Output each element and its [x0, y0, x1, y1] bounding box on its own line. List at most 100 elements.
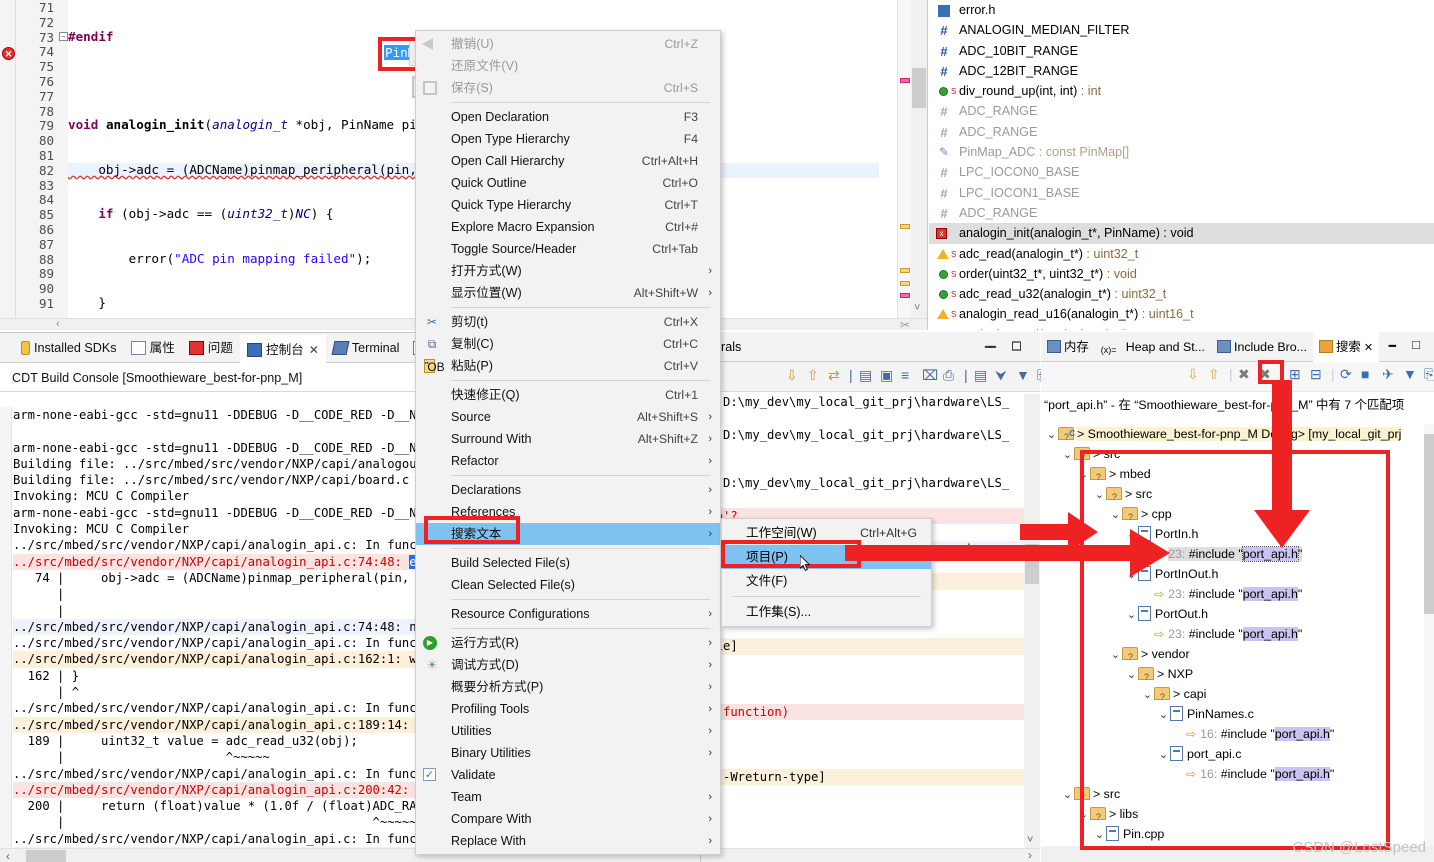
- chevron-down-icon[interactable]: ⌄: [1077, 805, 1090, 825]
- search-match-row[interactable]: ⇨ 16: #include "port_api.h": [1041, 764, 1424, 784]
- menu-item-surround-with[interactable]: Surround With Alt+Shift+Z ›: [416, 428, 720, 450]
- search-tab-Include Bro...[interactable]: Include Bro...: [1211, 332, 1313, 362]
- search-match-row[interactable]: ⇨ 23: #include "port_api.h": [1041, 584, 1424, 604]
- overview-warning-mark[interactable]: [900, 224, 910, 229]
- editor-annotation-ruler[interactable]: ✕: [0, 0, 16, 318]
- outline-item[interactable]: x analogin_init(analogin_t*, PinName) : v…: [929, 223, 1434, 244]
- menu-item-toggle-source-header[interactable]: Toggle Source/Header Ctrl+Tab: [416, 238, 720, 260]
- chevron-down-icon[interactable]: ⌄: [1061, 785, 1074, 805]
- search-tree-row[interactable]: ⌄ > src: [1041, 784, 1424, 807]
- search-tree-row[interactable]: ⌄ port_api.c: [1041, 744, 1424, 764]
- search-vertical-scrollbar[interactable]: [1424, 424, 1434, 846]
- search-tree-row[interactable]: ⌄ > src: [1041, 484, 1424, 507]
- menu-item-u[interactable]: 撤销(U) Ctrl+Z: [416, 33, 720, 55]
- scrollbar-thumb[interactable]: [1025, 544, 1039, 584]
- console-tab-属性[interactable]: 属性: [124, 333, 182, 363]
- peripherals-toolbar[interactable]: ⇩⇧⇄|▤▣≡⌧⎙|▤⮟▼⎘▼: [701, 362, 1072, 392]
- menu-item-quick-outline[interactable]: Quick Outline Ctrl+O: [416, 172, 720, 194]
- remove-console-icon[interactable]: ≡: [901, 367, 909, 383]
- search-tree-row[interactable]: ⌄ > NXP: [1041, 664, 1424, 687]
- console-tab-问题[interactable]: 问题: [182, 333, 240, 363]
- console-minimize-icon[interactable]: ━: [985, 340, 992, 354]
- chevron-down-icon[interactable]: ⌄: [1077, 465, 1090, 485]
- search-tree-row[interactable]: ⌄ PortIn.h: [1041, 524, 1424, 544]
- expand-all-icon[interactable]: ✖: [1259, 366, 1271, 383]
- chevron-down-icon[interactable]: ⌄: [1141, 685, 1154, 705]
- search-tree-row[interactable]: ⌄ PortInOut.h: [1041, 564, 1424, 584]
- menu-item-clean-selected-file-s[interactable]: Clean Selected File(s): [416, 574, 720, 596]
- scroll-left-icon[interactable]: ‹: [6, 849, 10, 862]
- menu-item-validate[interactable]: ✓ Validate: [416, 764, 720, 786]
- open-console-dropdown-icon[interactable]: ▤: [974, 367, 987, 384]
- menu-item-utilities[interactable]: Utilities ›: [416, 720, 720, 742]
- chevron-down-icon[interactable]: ⌄: [1093, 485, 1106, 505]
- search-toolbar[interactable]: ⇩⇧|✖✖|⊞⊟|⟳■✈▼⎘❖: [1041, 362, 1434, 392]
- outline-view[interactable]: error.h # ANALOGIN_MEDIAN_FILTER # ADC_10BIT…: [929, 0, 1434, 330]
- menu-item-references[interactable]: References ›: [416, 501, 720, 523]
- editor-vertical-scrollbar[interactable]: ˅: [911, 0, 927, 318]
- outline-item[interactable]: Sdiv_round_up(int, int) : int: [929, 81, 1434, 101]
- chevron-down-icon[interactable]: ⌄: [1061, 445, 1074, 465]
- search-tree-row[interactable]: ⌄ > src: [1041, 444, 1424, 467]
- show-next-match-icon[interactable]: ⇩: [1187, 366, 1199, 383]
- minimize-icon[interactable]: ━: [1389, 339, 1396, 353]
- error-marker-icon[interactable]: ✕: [2, 47, 15, 60]
- outline-item[interactable]: analogin_read(analogin_t*) : float: [929, 325, 1434, 330]
- menu-item-explore-macro-expansion[interactable]: Explore Macro Expansion Ctrl+#: [416, 216, 720, 238]
- peripherals-horizontal-scrollbar[interactable]: ›: [701, 848, 1040, 862]
- menu-item-team[interactable]: Team ›: [416, 786, 720, 808]
- search-tree-row[interactable]: ⌄ > cpp: [1041, 504, 1424, 527]
- search-tree-row[interactable]: ⌄ > capi: [1041, 684, 1424, 707]
- search-result-tree[interactable]: ⌄> Smoothieware_best-for-pnp_M Debug> [m…: [1041, 424, 1424, 846]
- menu-item-v[interactable]: 还原文件(V): [416, 55, 720, 77]
- peripherals-output[interactable]: -I"D:\my_dev\my_local_git_prj\hardware\L…: [701, 394, 1040, 862]
- scroll-left-icon[interactable]: ‹: [56, 318, 60, 330]
- maximize-icon[interactable]: □: [1412, 337, 1420, 352]
- submenu-item-f[interactable]: 文件(F): [722, 569, 931, 593]
- outline-item[interactable]: Sanalogin_read_u16(analogin_t*) : uint16…: [929, 304, 1434, 324]
- outline-item[interactable]: error.h: [929, 0, 1434, 20]
- search-tab-搜索[interactable]: 搜索 ✕: [1313, 332, 1380, 362]
- console-tab-Terminal[interactable]: Terminal: [326, 333, 407, 363]
- overview-warning-mark[interactable]: [900, 268, 910, 273]
- new-search-view-icon[interactable]: ■: [1361, 366, 1369, 382]
- remove-all-matches-icon[interactable]: ✖: [1238, 366, 1250, 383]
- menu-item-open-declaration[interactable]: Open Declaration F3: [416, 106, 720, 128]
- peripherals-vertical-scrollbar[interactable]: ˅: [1024, 394, 1040, 848]
- new-search-view-icon[interactable]: ▼: [1403, 366, 1417, 382]
- chevron-down-icon[interactable]: ⌄: [1093, 825, 1106, 845]
- menu-item-profiling-tools[interactable]: Profiling Tools ›: [416, 698, 720, 720]
- scrollbar-thumb[interactable]: [912, 68, 926, 108]
- outline-item[interactable]: # ADC_RANGE: [929, 203, 1434, 223]
- scrollbar-thumb[interactable]: [1424, 434, 1434, 614]
- outline-item[interactable]: # LPC_IOCON1_BASE: [929, 183, 1434, 203]
- scroll-lock-down-icon[interactable]: ⇩: [786, 367, 798, 384]
- overview-warning-mark[interactable]: [900, 281, 910, 286]
- menu-item-s[interactable]: 保存(S) Ctrl+S: [416, 77, 720, 99]
- search-tab-内存[interactable]: 内存: [1041, 332, 1095, 362]
- close-icon[interactable]: ✕: [1361, 342, 1373, 354]
- chevron-down-icon[interactable]: ⌄: [1125, 605, 1138, 625]
- chevron-down-icon[interactable]: ⌄: [1125, 565, 1138, 585]
- run-current-search-again-icon[interactable]: ⊞: [1289, 366, 1301, 383]
- chevron-down-icon[interactable]: ⌄: [1125, 525, 1138, 545]
- scrollbar-thumb[interactable]: [26, 850, 66, 862]
- scroll-lock-up-icon[interactable]: ▼: [1016, 367, 1030, 383]
- menu-item-w[interactable]: 显示位置(W) Alt+Shift+W ›: [416, 282, 720, 304]
- menu-item-w[interactable]: 打开方式(W) ›: [416, 260, 720, 282]
- editor-overview-ruler[interactable]: [897, 0, 911, 318]
- search-match-row[interactable]: ⇨ 23: #include "port_api.h": [1041, 544, 1424, 564]
- chevron-down-icon[interactable]: ⌄: [1125, 665, 1138, 685]
- search-tree-row[interactable]: ⌄ PinNames.c: [1041, 704, 1424, 724]
- menu-item-open-call-hierarchy[interactable]: Open Call Hierarchy Ctrl+Alt+H: [416, 150, 720, 172]
- menu-item-refactor[interactable]: Refactor ›: [416, 450, 720, 472]
- new-console-icon[interactable]: ⎙: [943, 367, 954, 384]
- search-tree-row[interactable]: ⌄ > libs: [1041, 804, 1424, 827]
- show-previous-match-icon[interactable]: ⇧: [1208, 366, 1220, 383]
- link-icon[interactable]: ⇄: [828, 367, 840, 384]
- overview-error-mark[interactable]: [900, 293, 910, 298]
- menu-item-compare-with[interactable]: Compare With ›: [416, 808, 720, 830]
- outline-item[interactable]: # ADC_RANGE: [929, 101, 1434, 121]
- submenu-item-s[interactable]: 工作集(S)...: [722, 600, 931, 624]
- menu-item-binary-utilities[interactable]: Binary Utilities ›: [416, 742, 720, 764]
